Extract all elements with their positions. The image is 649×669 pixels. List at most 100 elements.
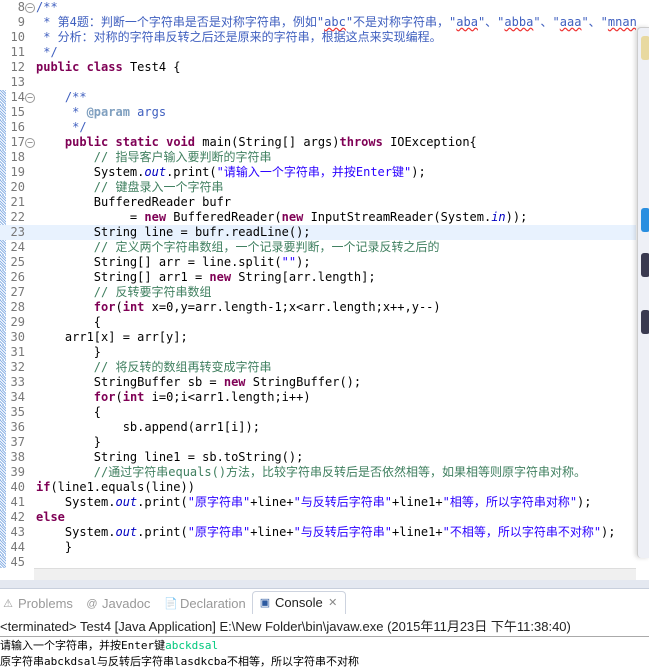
console-header: <terminated> Test4 [Java Application] E:… — [0, 618, 649, 637]
code-line[interactable]: 20 // 键盘录入一个字符串 — [0, 180, 636, 195]
fold-toggle-icon[interactable]: − — [25, 93, 35, 103]
code-line[interactable]: 9 * 第4题：判断一个字符串是否是对称字符串，例如"abc"不是对称字符串，"… — [0, 15, 636, 30]
tab-javadoc[interactable]: @ Javadoc — [86, 593, 150, 615]
code-line[interactable]: 18 // 指导客户输入要判断的字符串 — [0, 150, 636, 165]
code-line[interactable]: 24 // 定义两个字符串数组，一个记录要判断，一个记录反转之后的 — [0, 240, 636, 255]
line-number: 24 — [10, 240, 25, 254]
tab-problems[interactable]: ⚠ Problems — [2, 593, 73, 615]
line-number: 43 — [10, 525, 25, 539]
code-text: String[] arr = line.split(""); — [36, 255, 311, 270]
code-token: ); — [601, 525, 616, 539]
code-text: /** — [36, 90, 87, 105]
code-token: arr1[x] = arr[y]; — [36, 330, 188, 344]
code-line[interactable]: 13 — [0, 75, 636, 90]
code-line[interactable]: 42 else — [0, 510, 636, 525]
code-token: //通过字符串equals()方法，比较字符串反转后是否依然相等，如果相等则原字… — [36, 465, 587, 479]
line-number: 10 — [10, 30, 25, 44]
tab-declaration[interactable]: 📄 Declaration — [164, 593, 246, 615]
console-result-line: 原字符串abckdsal与反转后字符串lasdkcba不相等，所以字符串不对称 — [0, 655, 359, 668]
code-line[interactable]: 14− /** — [0, 90, 636, 105]
fold-toggle-icon[interactable]: − — [25, 3, 35, 13]
code-line[interactable]: 29 { — [0, 315, 636, 330]
code-line[interactable]: 25 String[] arr = line.split(""); — [0, 255, 636, 270]
code-text: public class Test4 { — [36, 60, 181, 75]
code-token: BufferedReader( — [166, 210, 282, 224]
code-token: } — [36, 435, 102, 449]
code-token: ); — [296, 255, 311, 269]
code-line[interactable]: 12 public class Test4 { — [0, 60, 636, 75]
close-icon[interactable]: ✕ — [327, 597, 339, 609]
code-line[interactable]: 30 arr1[x] = arr[y]; — [0, 330, 636, 345]
code-text: // 键盘录入一个字符串 — [36, 180, 224, 195]
code-token: { — [36, 315, 102, 329]
code-token: "与反转后字符串" — [293, 525, 393, 539]
code-line[interactable]: 11 */ — [0, 45, 636, 60]
code-editor[interactable]: 8−/** 9 * 第4题：判断一个字符串是否是对称字符串，例如"abc"不是对称… — [0, 0, 636, 568]
code-line[interactable]: 26 String[] arr1 = new String[arr.length… — [0, 270, 636, 285]
code-token: out — [144, 165, 167, 179]
code-line[interactable]: 36 sb.append(arr1[i]); — [0, 420, 636, 435]
code-token: +line+ — [250, 525, 294, 539]
code-line[interactable]: 44 } — [0, 540, 636, 555]
code-token: "、" — [581, 15, 608, 29]
code-text: for(int x=0,y=arr.length-1;x<arr.length;… — [36, 300, 441, 315]
line-number: 45 — [10, 555, 25, 568]
code-token: aba — [456, 15, 478, 29]
code-token: * — [36, 105, 87, 119]
line-number: 16 — [10, 120, 25, 134]
code-token: "" — [281, 255, 297, 269]
code-line[interactable]: 15 * @param args — [0, 105, 636, 120]
line-number: 18 — [10, 150, 25, 164]
line-number: 17 — [10, 135, 25, 149]
code-line[interactable]: 17− public static void main(String[] arg… — [0, 135, 636, 150]
code-token: // 定义两个字符串数组，一个记录要判断，一个记录反转之后的 — [36, 240, 440, 254]
code-line[interactable]: 31 } — [0, 345, 636, 360]
line-number: 27 — [10, 285, 25, 299]
code-line[interactable]: 8−/** — [0, 0, 636, 15]
code-line[interactable]: 43 System.out.print("原字符串"+line+"与反转后字符串… — [0, 525, 636, 540]
code-line[interactable]: 35 { — [0, 405, 636, 420]
line-number: 38 — [10, 450, 25, 464]
code-token: * 第4题：判断一个字符串是否是对称字符串，例如" — [36, 15, 325, 29]
code-token: for — [93, 300, 116, 314]
code-text: BufferedReader bufr — [36, 195, 231, 210]
code-line[interactable]: 45 — [0, 555, 636, 568]
console-output-line: 请输入一个字符串，并按Enter键abckdsal — [0, 638, 218, 653]
line-number: 15 — [10, 105, 25, 119]
code-line[interactable]: 16 */ — [0, 120, 636, 135]
code-line[interactable]: 33 StringBuffer sb = new StringBuffer(); — [0, 375, 636, 390]
code-token: )); — [505, 210, 528, 224]
code-line[interactable]: 23 String line = bufr.readLine(); — [0, 225, 636, 240]
code-line[interactable]: 27 // 反转要字符串数组 — [0, 285, 636, 300]
code-token: args — [129, 105, 167, 119]
console-user-input: abckdsal — [165, 639, 219, 652]
code-line[interactable]: 40 if(line1.equals(line)) — [0, 480, 636, 495]
fold-toggle-icon[interactable]: − — [25, 138, 35, 148]
code-text: System.out.print("原字符串"+line+"与反转后字符串"+l… — [36, 495, 592, 510]
code-line[interactable]: 19 System.out.print("请输入一个字符串，并按Enter键")… — [0, 165, 636, 180]
line-number: 36 — [10, 420, 25, 434]
problems-icon: ⚠ — [3, 598, 13, 610]
code-line[interactable]: 37 } — [0, 435, 636, 450]
code-line[interactable]: 28 for(int x=0,y=arr.length-1;x<arr.leng… — [0, 300, 636, 315]
code-line[interactable]: 39 //通过字符串equals()方法，比较字符串反转后是否依然相等，如果相等… — [0, 465, 636, 480]
code-line[interactable]: 22 = new BufferedReader(new InputStreamR… — [0, 210, 636, 225]
console-icon: ▣ — [259, 597, 271, 609]
code-line[interactable]: 21 BufferedReader bufr — [0, 195, 636, 210]
tab-console[interactable]: ▣ Console ✕ — [252, 591, 346, 614]
code-token: BufferedReader bufr — [36, 195, 232, 209]
code-line[interactable]: 41 System.out.print("原字符串"+line+"与反转后字符串… — [0, 495, 636, 510]
code-line[interactable]: 10 * 分析：对称的字符串反转之后还是原来的字符串，根据这点来实现编程。 — [0, 30, 636, 45]
code-token: .print( — [166, 165, 217, 179]
code-token: .print( — [137, 495, 188, 509]
line-number: 28 — [10, 300, 25, 314]
code-token: (line1.equals(line)) — [50, 480, 195, 494]
code-token: // 键盘录入一个字符串 — [36, 180, 224, 194]
code-line[interactable]: 32 // 将反转的数组再转变成字符串 — [0, 360, 636, 375]
code-line[interactable]: 38 String line1 = sb.toString(); — [0, 450, 636, 465]
panel-sash[interactable] — [0, 580, 649, 589]
code-line[interactable]: 34 for(int i=0;i<arr1.length;i++) — [0, 390, 636, 405]
